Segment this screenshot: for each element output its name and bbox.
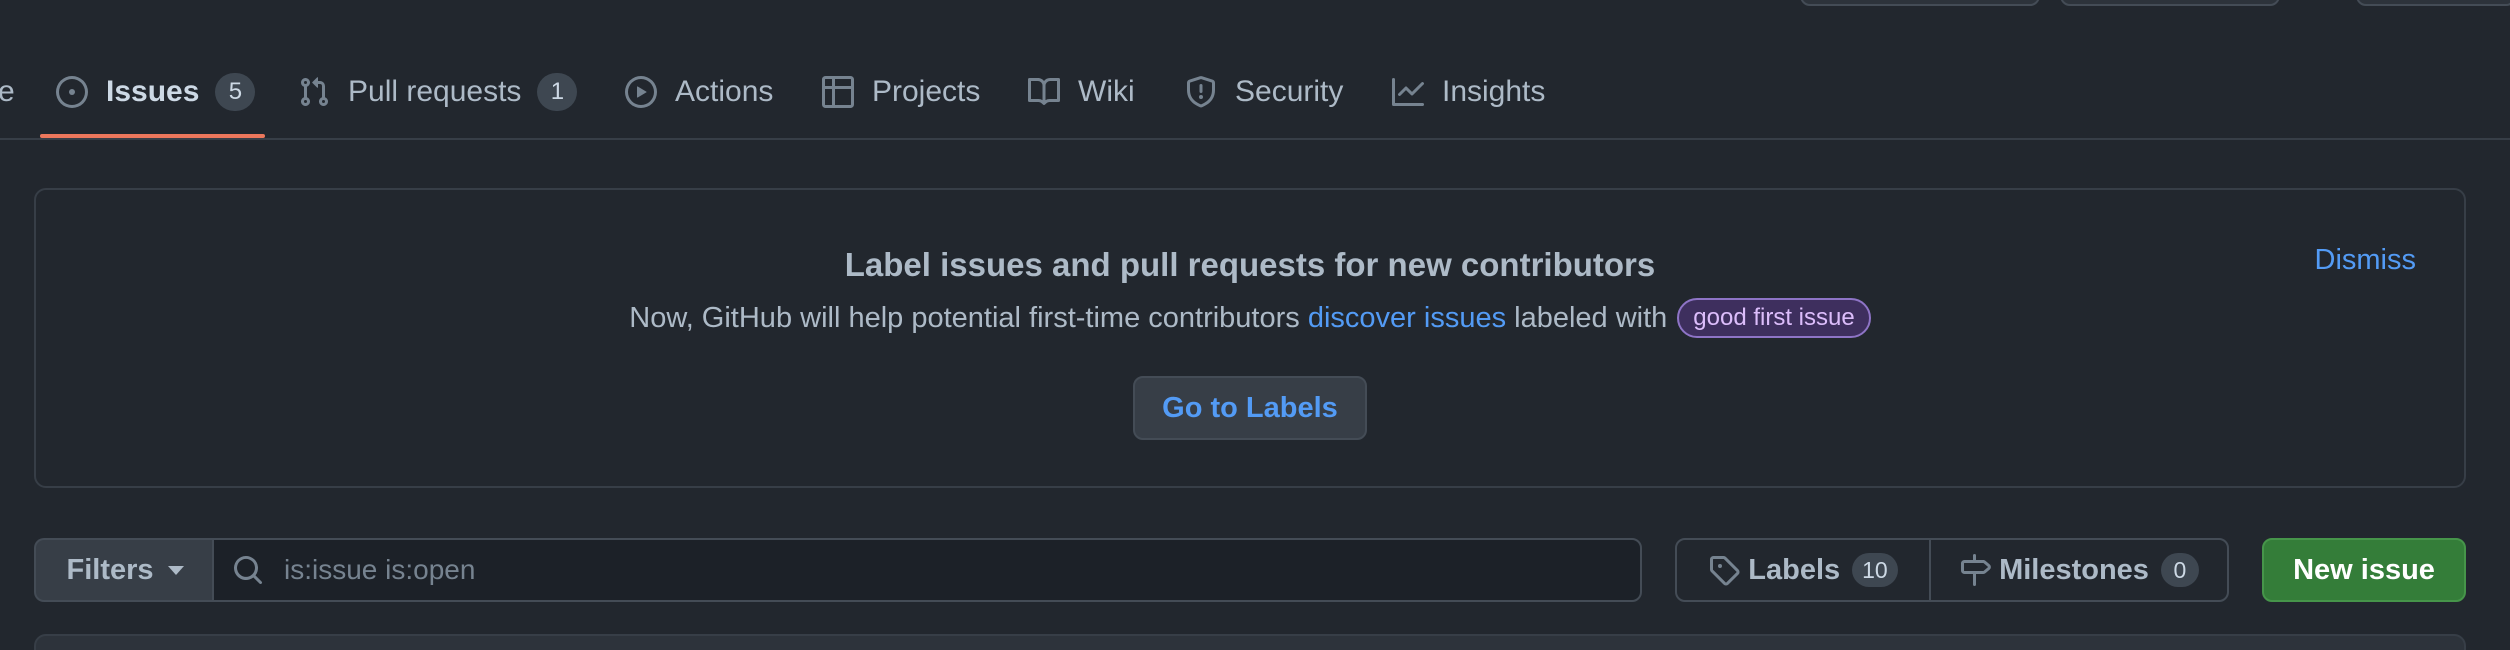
tab-insights-label: Insights bbox=[1442, 75, 1546, 108]
new-issue-button[interactable]: New issue bbox=[2262, 538, 2466, 602]
banner-text: Now, GitHub will help potential first-ti… bbox=[36, 298, 2464, 338]
tab-issues-label: Issues bbox=[106, 75, 200, 108]
banner-title: Label issues and pull requests for new c… bbox=[844, 246, 1656, 283]
filters-label: Filters bbox=[66, 553, 154, 586]
caret-down-icon bbox=[167, 565, 184, 575]
labels-button[interactable]: Labels 10 bbox=[1675, 538, 1931, 602]
repo-nav: e Issues 5 Pull requests 1 Actions Proje… bbox=[0, 0, 2510, 140]
search-icon bbox=[234, 556, 263, 585]
tab-actions-label: Actions bbox=[675, 75, 774, 108]
issue-opened-icon bbox=[56, 76, 88, 108]
good-first-issue-label: good first issue bbox=[1677, 298, 1871, 338]
filters-button[interactable]: Filters bbox=[34, 538, 214, 602]
tab-projects-label: Projects bbox=[872, 75, 981, 108]
tab-pull-requests-label: Pull requests bbox=[348, 75, 522, 108]
search-input[interactable] bbox=[284, 554, 1640, 586]
tab-insights[interactable]: Insights bbox=[1392, 58, 1545, 126]
banner-text-after: labeled with bbox=[1506, 301, 1668, 334]
tab-wiki-label: Wiki bbox=[1078, 75, 1135, 108]
tab-projects[interactable]: Projects bbox=[822, 58, 980, 126]
tab-security[interactable]: Security bbox=[1185, 58, 1343, 126]
table-icon bbox=[822, 76, 854, 108]
milestone-icon bbox=[1961, 554, 1991, 586]
shield-icon bbox=[1187, 76, 1215, 108]
tag-icon bbox=[1710, 556, 1740, 586]
tab-issues[interactable]: Issues 5 bbox=[56, 58, 256, 126]
issues-list-header bbox=[34, 634, 2466, 650]
tab-pull-requests[interactable]: Pull requests 1 bbox=[298, 58, 578, 126]
banner-text-before: Now, GitHub will help potential first-ti… bbox=[629, 301, 1308, 334]
labels-button-label: Labels bbox=[1748, 553, 1841, 586]
graph-icon bbox=[1392, 78, 1424, 106]
tab-actions[interactable]: Actions bbox=[625, 58, 773, 126]
tab-issues-count: 5 bbox=[215, 73, 256, 111]
search-box[interactable] bbox=[212, 538, 1642, 602]
selected-tab-indicator bbox=[40, 134, 265, 138]
tab-security-label: Security bbox=[1235, 75, 1344, 108]
book-icon bbox=[1028, 77, 1060, 105]
tab-code-partial[interactable]: e bbox=[0, 58, 15, 126]
tab-wiki[interactable]: Wiki bbox=[1028, 58, 1135, 126]
tab-pull-requests-count: 1 bbox=[537, 73, 578, 111]
milestones-button-label: Milestones bbox=[1999, 553, 2149, 586]
dismiss-button[interactable]: Dismiss bbox=[2315, 244, 2417, 277]
git-pull-request-icon bbox=[300, 77, 329, 107]
discover-issues-link[interactable]: discover issues bbox=[1308, 302, 1506, 335]
contributors-banner: Label issues and pull requests for new c… bbox=[34, 188, 2466, 488]
play-icon bbox=[625, 76, 657, 108]
go-to-labels-button[interactable]: Go to Labels bbox=[1133, 376, 1367, 440]
milestones-count: 0 bbox=[2160, 553, 2199, 587]
labels-count: 10 bbox=[1852, 553, 1898, 587]
milestones-button[interactable]: Milestones 0 bbox=[1929, 538, 2229, 602]
